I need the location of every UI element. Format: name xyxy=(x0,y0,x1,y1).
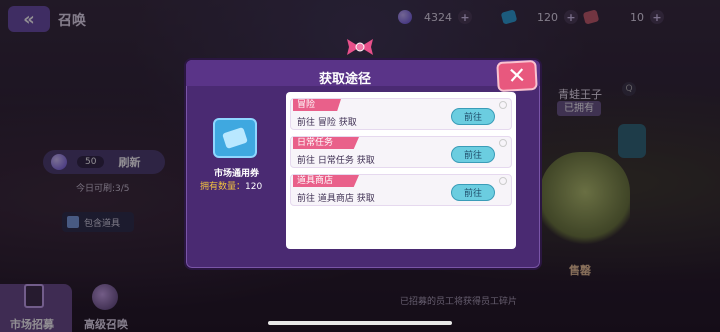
bow-icon xyxy=(347,39,373,55)
route-description: 前往 日常任务 获取 xyxy=(297,156,375,166)
go-button[interactable]: 前往 xyxy=(451,108,495,125)
go-button[interactable]: 前往 xyxy=(451,146,495,163)
route-item-item-shop: 道具商店 前往 道具商店 获取 前往 xyxy=(290,174,512,206)
close-icon: ✕ xyxy=(507,63,527,89)
go-button[interactable]: 前往 xyxy=(451,184,495,201)
close-button[interactable]: ✕ xyxy=(496,59,538,93)
modal-title: 获取途径 xyxy=(319,72,372,87)
item-count-label: 拥有数量： xyxy=(200,182,246,192)
route-category: 日常任务 xyxy=(293,137,360,149)
home-indicator[interactable] xyxy=(268,321,452,325)
route-item-adventure: 冒险 前往 冒险 获取 前往 xyxy=(290,98,512,130)
route-item-daily-tasks: 日常任务 前往 日常任务 获取 前往 xyxy=(290,136,512,168)
item-name: 市场通用券 xyxy=(214,169,260,179)
item-count-value: 120 xyxy=(245,182,263,192)
dot-icon xyxy=(499,177,507,185)
dot-icon xyxy=(499,139,507,147)
route-description: 前往 道具商店 获取 xyxy=(297,194,375,204)
market-ticket-icon xyxy=(213,118,257,158)
route-category: 道具商店 xyxy=(293,175,360,187)
item-count: 拥有数量：120 xyxy=(200,179,262,192)
route-description: 前往 冒险 获取 xyxy=(297,118,357,128)
route-category: 冒险 xyxy=(293,99,342,111)
dot-icon xyxy=(499,101,507,109)
